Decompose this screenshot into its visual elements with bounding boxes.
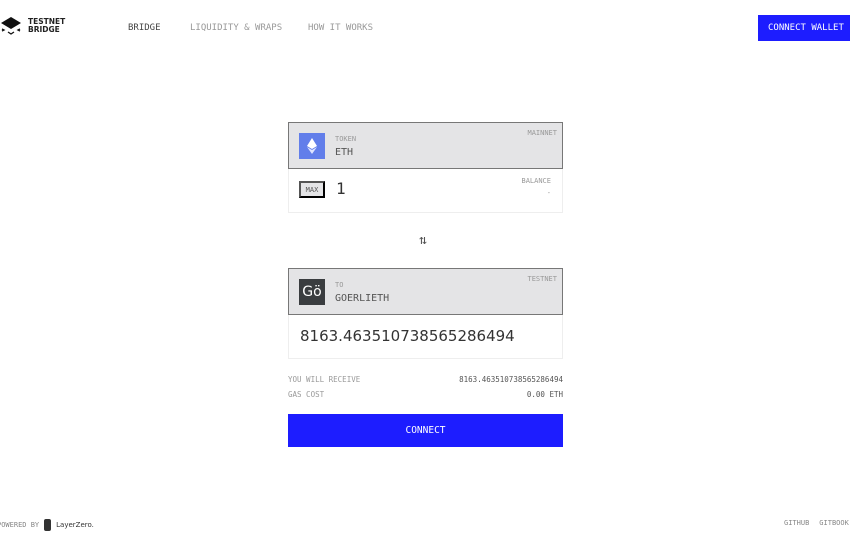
github-link[interactable]: GITHUB bbox=[784, 519, 809, 527]
gas-value: 0.00 ETH bbox=[526, 390, 563, 399]
gitbook-link[interactable]: GITBOOK bbox=[819, 519, 849, 527]
powered-by-label: POWERED BY bbox=[0, 521, 40, 529]
nav-bridge[interactable]: BRIDGE bbox=[128, 23, 161, 33]
to-label: TO bbox=[335, 281, 344, 289]
amount-input[interactable]: 1 bbox=[336, 179, 346, 198]
receive-label: YOU WILL RECEIVE bbox=[288, 375, 361, 384]
token-value: ETH bbox=[335, 147, 354, 158]
powered-by: POWERED BY LayerZero. bbox=[0, 519, 94, 531]
from-panel: TOKEN ETH MAINNET MAX 1 BALANCE - bbox=[288, 122, 563, 213]
destination-selector[interactable]: Gö TO GOERLIETH TESTNET bbox=[288, 268, 563, 315]
gas-label: GAS COST bbox=[288, 390, 325, 399]
to-panel: Gö TO GOERLIETH TESTNET 8163.46351073856… bbox=[288, 268, 563, 359]
nav-liquidity-wraps[interactable]: LIQUIDITY & WRAPS bbox=[190, 23, 282, 33]
balance-value: - bbox=[546, 189, 551, 197]
token-selector[interactable]: TOKEN ETH MAINNET bbox=[288, 122, 563, 169]
gas-row: GAS COST 0.00 ETH bbox=[288, 390, 563, 399]
ethereum-icon bbox=[299, 133, 325, 159]
connect-button[interactable]: CONNECT bbox=[288, 414, 563, 447]
nav-how-it-works[interactable]: HOW IT WORKS bbox=[308, 23, 373, 33]
balance-label: BALANCE bbox=[521, 177, 551, 185]
to-token-value: GOERLIETH bbox=[335, 293, 390, 304]
connect-wallet-button[interactable]: CONNECT WALLET bbox=[758, 15, 850, 41]
receive-amount: 8163.463510738565286494 bbox=[300, 327, 515, 345]
logo[interactable]: TESTNET BRIDGE bbox=[0, 16, 65, 36]
logo-text-line2: BRIDGE bbox=[28, 25, 60, 34]
layerzero-icon bbox=[44, 519, 52, 531]
logo-icon bbox=[1, 17, 21, 35]
to-network-label: TESTNET bbox=[527, 275, 557, 283]
receive-row: YOU WILL RECEIVE 8163.463510738565286494 bbox=[288, 375, 563, 384]
token-label: TOKEN bbox=[335, 135, 357, 143]
goerli-icon: Gö bbox=[299, 279, 325, 305]
receive-value: 8163.463510738565286494 bbox=[459, 375, 563, 384]
swap-arrows-icon[interactable]: ⇅ bbox=[419, 233, 427, 248]
layerzero-brand[interactable]: LayerZero. bbox=[56, 521, 94, 529]
max-button[interactable]: MAX bbox=[299, 181, 325, 198]
network-label: MAINNET bbox=[527, 129, 557, 137]
